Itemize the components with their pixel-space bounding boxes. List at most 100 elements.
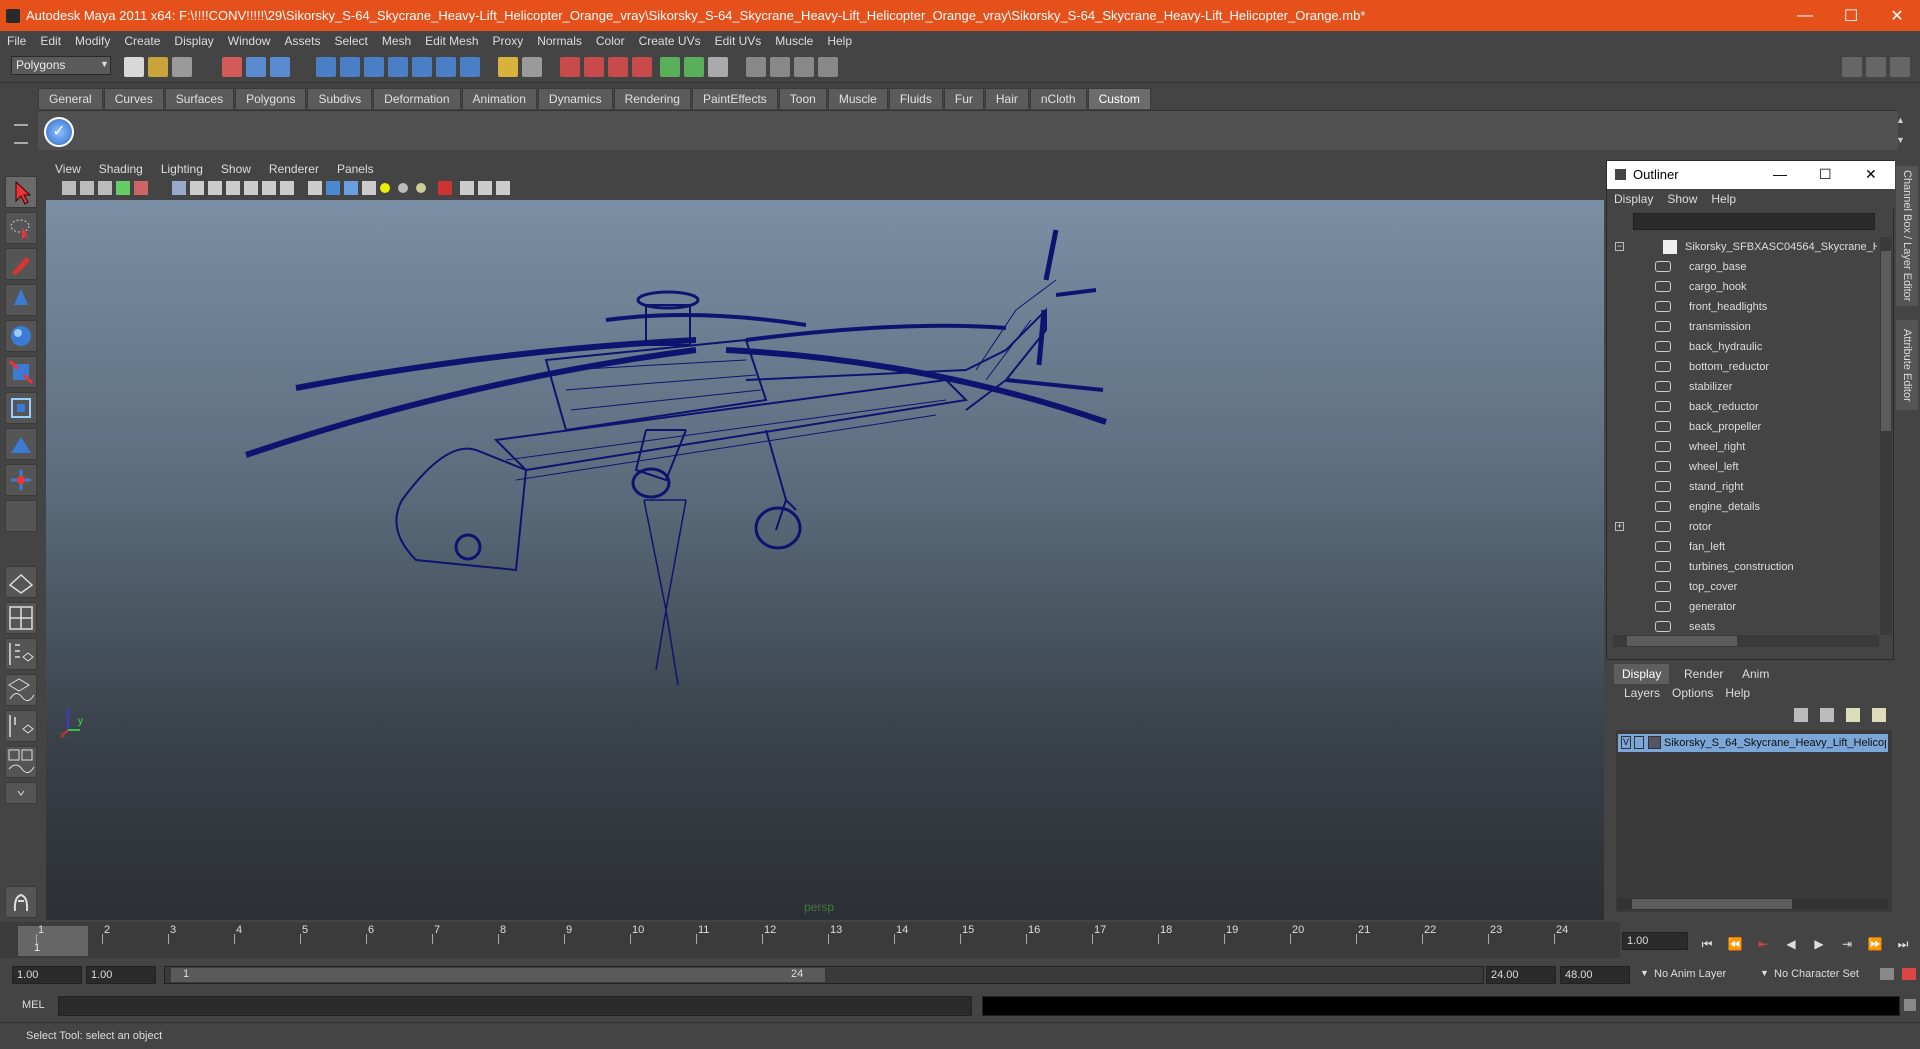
outliner-item-bottom-reductor[interactable]: bottom_reductor (1613, 357, 1877, 377)
range-slider-handle[interactable] (171, 968, 825, 982)
time-slider[interactable]: 1 1 2 3 4 5 6 7 8 9 10 11 12 13 14 15 16 17 18 19 20 21 22 23 2… (0, 922, 1620, 958)
isolate-select-icon[interactable] (134, 181, 148, 195)
shelf-tab-fluids[interactable]: Fluids (888, 88, 943, 109)
safe-title-icon[interactable] (280, 181, 294, 195)
render-view-icon[interactable] (708, 57, 728, 77)
step-back-key-button[interactable]: ⏪ (1724, 934, 1746, 954)
smooth-shade-icon[interactable] (326, 181, 340, 195)
viewport-menu-view[interactable]: View (46, 162, 90, 176)
attribute-editor-tab[interactable]: Attribute Editor (1896, 320, 1918, 410)
last-tool-icon[interactable] (5, 500, 37, 532)
input-output-icon[interactable] (560, 57, 580, 77)
outliner-filter-field[interactable] (1633, 213, 1875, 230)
outliner-item-stabilizer[interactable]: stabilizer (1613, 377, 1877, 397)
outliner-hscrollbar[interactable] (1613, 635, 1879, 647)
play-forwards-button[interactable]: ▶ (1808, 934, 1830, 954)
menu-assets[interactable]: Assets (277, 34, 327, 48)
shelf-scroll-down-icon[interactable]: ▼ (1896, 135, 1905, 145)
layout-hypershade-icon[interactable] (5, 710, 37, 742)
layout-outliner-icon[interactable] (5, 638, 37, 670)
shelf-tab-dynamics[interactable]: Dynamics (537, 88, 613, 109)
layer-hscrollbar[interactable] (1618, 898, 1888, 910)
camera-select-icon[interactable] (62, 181, 76, 195)
step-back-frame-button[interactable]: ⇤ (1752, 934, 1774, 954)
history-icon[interactable] (436, 57, 456, 77)
checkmark-icon[interactable]: ✓ (44, 117, 74, 147)
hypershade-icon[interactable] (684, 57, 704, 77)
outliner-item-cargo-hook[interactable]: cargo_hook (1613, 277, 1877, 297)
outliner-item-seats[interactable]: seats (1613, 617, 1877, 635)
outliner-item-wheel-right[interactable]: wheel_right (1613, 437, 1877, 457)
playback-start-field[interactable]: 1.00 (86, 966, 156, 984)
play-backwards-button[interactable]: ◀ (1780, 934, 1802, 954)
save-scene-icon[interactable] (172, 57, 192, 77)
outliner-item-stand-right[interactable]: stand_right (1613, 477, 1877, 497)
snap-view-icon[interactable] (388, 57, 408, 77)
menu-edit-mesh[interactable]: Edit Mesh (418, 34, 485, 48)
shelf-tab-hair[interactable]: Hair (984, 88, 1029, 109)
menu-mesh[interactable]: Mesh (375, 34, 418, 48)
outliner-item-top-cover[interactable]: top_cover (1613, 577, 1877, 597)
expand-icon[interactable]: + (1615, 522, 1624, 531)
minimize-button[interactable]: — (1782, 0, 1828, 31)
selection-mask-icon[interactable] (522, 57, 542, 77)
select-object-icon[interactable] (246, 57, 266, 77)
xray-joints-icon[interactable] (460, 181, 474, 195)
graph-editor-icon[interactable] (770, 57, 790, 77)
outliner-item-turbines-construction[interactable]: turbines_construction (1613, 557, 1877, 577)
shelf-tab-curves[interactable]: Curves (103, 88, 164, 109)
menu-proxy[interactable]: Proxy (486, 34, 531, 48)
outliner-item-back-hydraulic[interactable]: back_hydraulic (1613, 337, 1877, 357)
default-light-icon[interactable] (380, 183, 390, 193)
add-to-layer-icon[interactable] (1872, 708, 1886, 722)
menu-help[interactable]: Help (820, 34, 859, 48)
wireframe-icon[interactable] (308, 181, 322, 195)
ipr-render-icon[interactable] (632, 57, 652, 77)
construction-history-icon[interactable] (584, 57, 604, 77)
character-set-select[interactable]: No Character Set (1774, 968, 1859, 980)
menu-file[interactable]: File (0, 34, 33, 48)
grid-icon[interactable] (172, 181, 186, 195)
shelf-tab-fur[interactable]: Fur (943, 88, 984, 109)
field-chart-icon[interactable] (244, 181, 258, 195)
outliner-root-row[interactable]: − Sikorsky_SFBXASC04564_Skycrane_Hea (1613, 237, 1877, 257)
layer-menu-options[interactable]: Options (1666, 686, 1719, 700)
quick-layout-icon[interactable] (5, 886, 37, 918)
paint-select-icon[interactable] (5, 248, 37, 280)
script-editor-icon[interactable] (1904, 999, 1916, 1011)
scale-tool-icon[interactable] (5, 356, 37, 388)
resolution-gate-icon[interactable] (208, 181, 222, 195)
viewport-menu-panels[interactable]: Panels (328, 162, 383, 176)
bookmark-icon[interactable] (98, 181, 112, 195)
layout-menu-chevron-icon[interactable] (5, 782, 37, 804)
help-query-icon[interactable] (460, 57, 480, 77)
outliner-item-cargo-base[interactable]: cargo_base (1613, 257, 1877, 277)
maximize-button[interactable]: ☐ (1828, 0, 1874, 31)
playback-end-field[interactable]: 24.00 (1486, 966, 1556, 984)
snap-curve-icon[interactable] (340, 57, 360, 77)
shadows-icon[interactable] (416, 183, 426, 193)
outliner-item-back-propeller[interactable]: back_propeller (1613, 417, 1877, 437)
outliner-item-fan-left[interactable]: fan_left (1613, 537, 1877, 557)
shelf-tab-rendering[interactable]: Rendering (613, 88, 691, 109)
outliner-item-wheel-left[interactable]: wheel_left (1613, 457, 1877, 477)
menu-create-uvs[interactable]: Create UVs (632, 34, 708, 48)
gate-mask-icon[interactable] (226, 181, 240, 195)
key-icon[interactable] (1880, 968, 1894, 980)
snap-grid-icon[interactable] (316, 57, 336, 77)
outliner-item-generator[interactable]: generator (1613, 597, 1877, 617)
film-gate-icon[interactable] (190, 181, 204, 195)
textured-icon[interactable] (362, 181, 376, 195)
menu-mode-select[interactable]: Polygons (11, 56, 111, 75)
shelf-tab-general[interactable]: General (38, 88, 103, 109)
outliner-item-transmission[interactable]: transmission (1613, 317, 1877, 337)
outliner-item-back-reductor[interactable]: back_reductor (1613, 397, 1877, 417)
render-settings-icon[interactable] (660, 57, 680, 77)
step-forward-key-button[interactable]: ⏩ (1864, 934, 1886, 954)
new-scene-icon[interactable] (124, 57, 144, 77)
hypergraph-icon[interactable] (818, 57, 838, 77)
viewport-menu-show[interactable]: Show (212, 162, 260, 176)
open-scene-icon[interactable] (148, 57, 168, 77)
outliner-vscrollbar[interactable] (1880, 237, 1892, 635)
dope-sheet-icon[interactable] (794, 57, 814, 77)
